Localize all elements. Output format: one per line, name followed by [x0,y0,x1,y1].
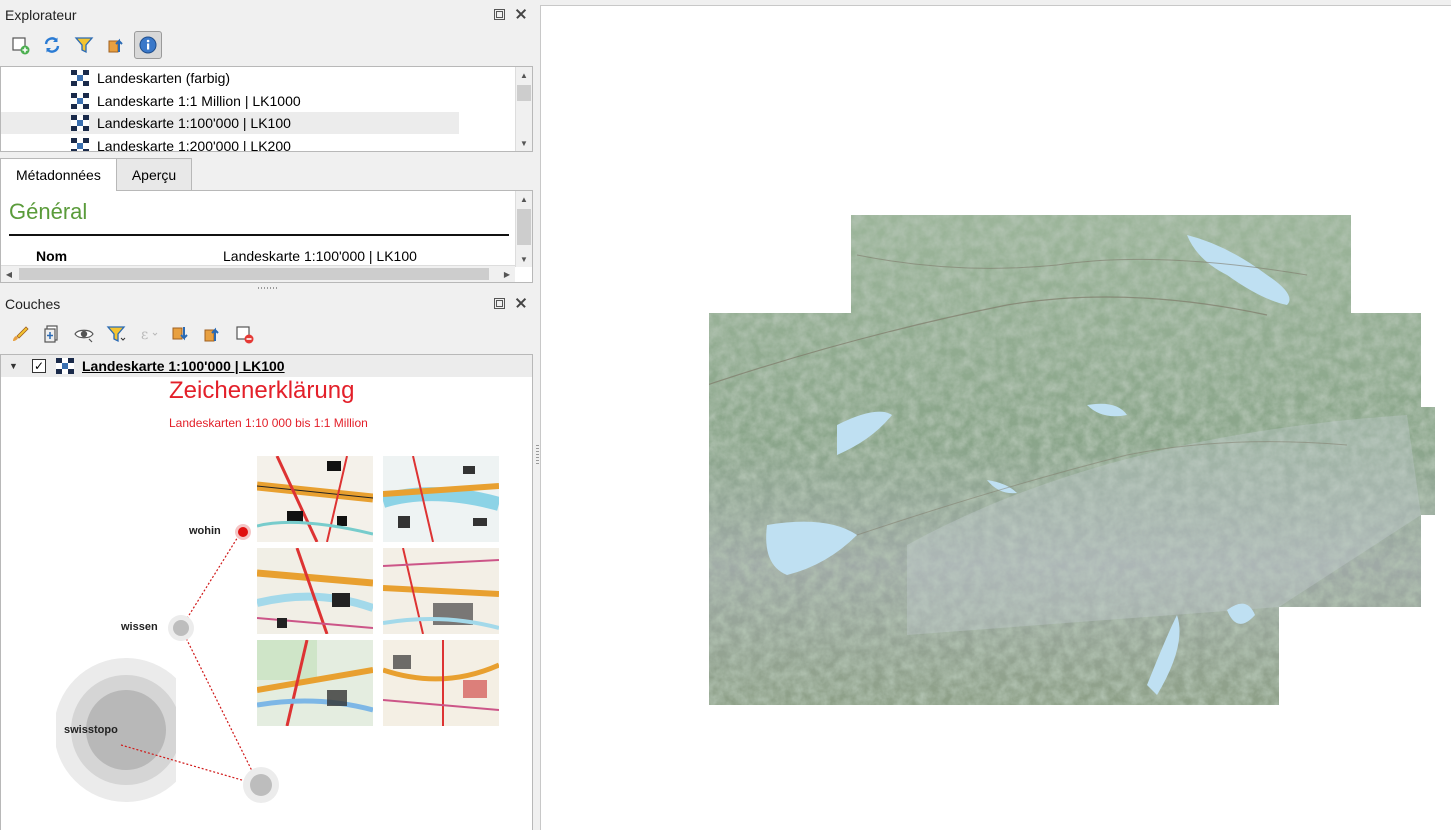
filter-icon [106,326,126,343]
scroll-down-icon[interactable]: ▼ [516,251,532,267]
tree-item-label: Landeskarte 1:200'000 | LK200 [97,138,291,152]
info-icon [139,36,157,54]
scroll-up-icon[interactable]: ▲ [516,191,532,207]
scroll-thumb[interactable] [517,209,531,245]
layers-title: Couches [5,296,61,312]
explorer-close-button[interactable] [515,8,527,20]
add-layer-icon [12,37,30,55]
scroll-down-icon[interactable]: ▼ [516,135,532,151]
wms-layer-icon [71,70,89,86]
scroll-thumb[interactable] [19,268,489,280]
wms-layer-icon [71,93,89,109]
scroll-left-icon[interactable]: ◀ [1,266,17,282]
legend-map-sample [383,640,499,726]
filter-icon [74,37,94,54]
legend-node-wohin: wohin [189,525,221,537]
tree-item-label: Landeskarte 1:1 Million | LK1000 [97,93,301,109]
wms-layer-icon [71,138,89,151]
switzerland-raster-map [709,215,1435,705]
filter-button[interactable] [70,31,98,59]
metadata-panel: Général Nom Landeskarte 1:100'000 | LK10… [0,190,533,283]
collapse-all-button[interactable] [102,31,130,59]
expression-filter-button[interactable]: ε [134,320,162,348]
layer-style-button[interactable] [6,320,34,348]
expand-all-button[interactable] [166,320,194,348]
dock-splitter[interactable] [0,284,535,292]
legend-node-swisstopo: swisstopo [64,724,118,736]
explorer-vscrollbar[interactable]: ▲ ▼ [515,67,532,151]
add-layer-button[interactable] [6,31,34,59]
metadata-divider [9,234,509,236]
explorer-toolbar [6,31,162,59]
tree-item-label: Landeskarten (farbig) [97,70,231,86]
layers-close-button[interactable] [515,297,527,309]
legend-map-sample [383,548,499,634]
collapse-all-icon [108,38,123,53]
layers-toolbar: ε [6,320,258,348]
add-group-button[interactable] [38,320,66,348]
metadata-heading: Général [9,199,88,224]
info-button[interactable] [134,31,162,59]
layer-filter-button[interactable] [102,320,130,348]
metadata-vscrollbar[interactable]: ▲ ▼ [515,191,532,267]
tree-item[interactable]: Landeskarten (farbig) [71,67,230,89]
legend-map-sample [383,456,499,542]
layers-tree: ▼ ✓ Landeskarte 1:100'000 | LK100 Zeiche… [0,354,533,830]
explorer-dock-buttons [493,8,527,20]
paintbrush-icon [13,326,29,341]
scroll-thumb[interactable] [517,85,531,101]
collapse-all-icon [204,327,219,342]
details-tabs: Métadonnées Aperçu [0,158,193,191]
legend-map-sample [257,640,373,726]
refresh-icon [44,37,60,53]
tree-item-selected[interactable]: Landeskarte 1:100'000 | LK100 [1,112,459,134]
metadata-value: Landeskarte 1:100'000 | LK100 [223,248,417,264]
tree-item[interactable]: Landeskarte 1:200'000 | LK200 [71,135,291,152]
tree-item-label: Landeskarte 1:100'000 | LK100 [97,115,291,131]
legend-map-sample [257,456,373,542]
collapse-all-layers-button[interactable] [198,320,226,348]
expand-all-icon [172,327,188,341]
remove-layer-icon [236,326,254,344]
map-canvas[interactable] [540,5,1451,830]
epsilon-icon: ε [141,327,158,343]
tab-metadata[interactable]: Métadonnées [0,158,117,191]
tree-item[interactable]: Landeskarte 1:1 Million | LK1000 [71,90,301,112]
metadata-hscrollbar[interactable]: ◀ ▶ [1,265,515,282]
explorer-float-button[interactable] [493,8,505,20]
scroll-up-icon[interactable]: ▲ [516,67,532,83]
eye-icon [74,329,94,343]
metadata-key: Nom [36,248,68,264]
svg-text:ε: ε [141,327,148,343]
layers-float-button[interactable] [493,297,505,309]
wms-layer-icon [71,115,89,131]
tab-preview[interactable]: Aperçu [115,158,193,190]
explorer-tree: Landeskarten (farbig) Landeskarte 1:1 Mi… [0,66,533,152]
layers-dock-buttons [493,297,527,309]
refresh-button[interactable] [38,31,66,59]
visibility-button[interactable] [70,320,98,348]
legend-node-wissen: wissen [121,621,158,633]
left-dock-area: Explorateur Landeskarten (farbig) Landes… [0,0,535,830]
remove-layer-button[interactable] [230,320,258,348]
add-group-icon [44,325,58,343]
scroll-right-icon[interactable]: ▶ [499,266,515,282]
legend-map-sample [257,548,373,634]
explorer-title: Explorateur [5,7,77,23]
